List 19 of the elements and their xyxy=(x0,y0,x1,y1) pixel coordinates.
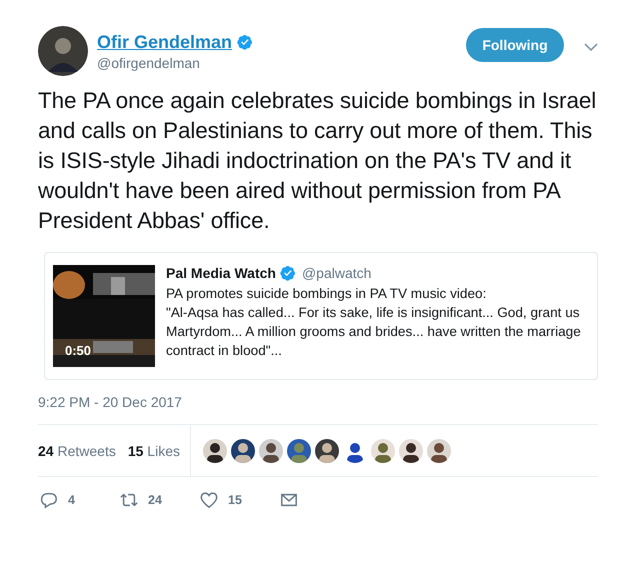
action-count: 15 xyxy=(228,493,242,507)
reply-icon[interactable] xyxy=(40,491,58,509)
stat-count[interactable]: 15 Likes xyxy=(128,442,180,458)
avatar[interactable] xyxy=(38,26,88,76)
action-count: 4 xyxy=(68,493,75,507)
quoted-author-handle: @palwatch xyxy=(302,265,372,281)
action-count: 24 xyxy=(148,493,162,507)
quoted-tweet-card[interactable] xyxy=(44,252,598,380)
envelope-icon[interactable] xyxy=(280,491,298,509)
video-duration: 0:50 xyxy=(65,343,92,358)
timestamp: 9:22 PM - 20 Dec 2017 xyxy=(38,394,598,425)
quoted-author-name: Pal Media Watch xyxy=(166,265,276,281)
heart-icon[interactable] xyxy=(200,491,218,509)
author-handle: @ofirgendelman xyxy=(97,54,201,70)
stat-count[interactable]: 24 Retweets xyxy=(38,442,116,458)
author-name[interactable]: Ofir Gendelman xyxy=(97,32,232,52)
tweet-text: The PA once again celebrates suicide bombings in Israel and calls on Palestinians to carry out more of them. This is ISIS-style Jihadi indoctrination on the PA's TV and it wouldn't have been aired without permission from PA President Abbas' office. xyxy=(38,87,598,235)
quoted-tweet-text: PA promotes suicide bombings in PA TV music video: "Al-Aqsa has called... For its sake, life is insignificant... God, grant us Martyrdom... A million grooms and brides... have written the marriage contract in blood"... xyxy=(166,285,582,360)
retweet-icon[interactable] xyxy=(120,491,138,509)
